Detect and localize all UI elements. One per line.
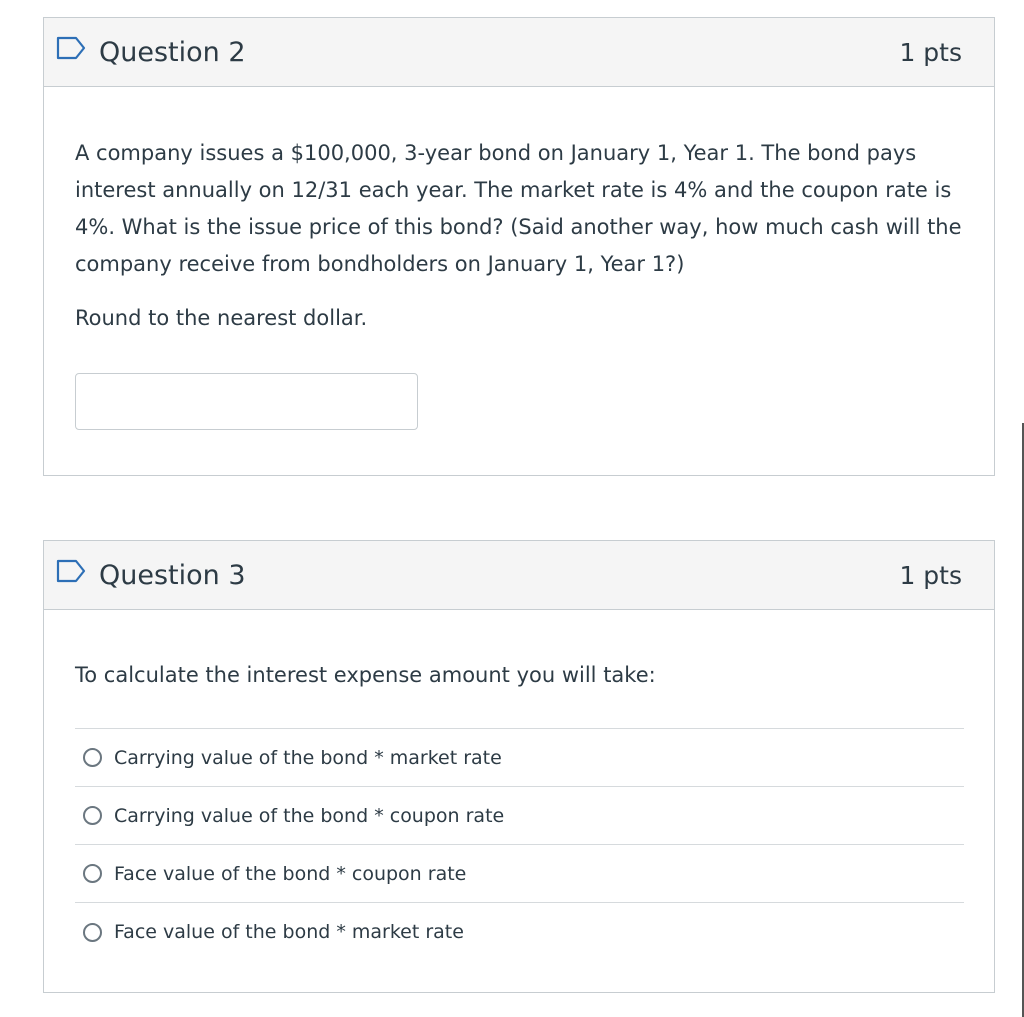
flag-icon[interactable] bbox=[56, 36, 86, 60]
flag-icon[interactable] bbox=[56, 559, 86, 583]
answer-option-label: Carrying value of the bond * coupon rate bbox=[114, 804, 505, 827]
question-3-points: 1 pts bbox=[899, 561, 962, 590]
question-2-card: Question 2 1 pts A company issues a $100… bbox=[43, 17, 995, 476]
answer-option[interactable]: Face value of the bond * market rate bbox=[75, 903, 964, 961]
question-3-text: To calculate the interest expense amount… bbox=[75, 663, 656, 687]
answer-option-label: Face value of the bond * market rate bbox=[114, 921, 464, 943]
question-2-title: Question 2 bbox=[99, 37, 246, 68]
radio-button[interactable] bbox=[83, 748, 102, 767]
question-2-points: 1 pts bbox=[899, 38, 962, 67]
question-2-header: Question 2 1 pts bbox=[44, 18, 994, 87]
question-2-body: A company issues a $100,000, 3-year bond… bbox=[44, 87, 994, 430]
radio-button[interactable] bbox=[83, 922, 102, 942]
answer-option[interactable]: Carrying value of the bond * market rate bbox=[75, 729, 964, 787]
question-3-body: To calculate the interest expense amount… bbox=[44, 610, 994, 961]
question-3-card: Question 3 1 pts To calculate the intere… bbox=[43, 540, 995, 993]
radio-button[interactable] bbox=[83, 864, 102, 883]
answer-option[interactable]: Face value of the bond * coupon rate bbox=[75, 845, 964, 903]
question-3-title: Question 3 bbox=[99, 560, 246, 591]
question-2-text: A company issues a $100,000, 3-year bond… bbox=[75, 141, 962, 276]
question-3-header: Question 3 1 pts bbox=[44, 541, 994, 610]
answer-options: Carrying value of the bond * market rate… bbox=[75, 728, 964, 961]
answer-option-label: Carrying value of the bond * market rate bbox=[114, 746, 502, 769]
question-2-instruction: Round to the nearest dollar. bbox=[75, 306, 368, 330]
radio-button[interactable] bbox=[83, 806, 102, 825]
answer-option-label: Face value of the bond * coupon rate bbox=[114, 862, 467, 885]
quiz-page: Question 2 1 pts A company issues a $100… bbox=[0, 0, 1024, 1017]
answer-option[interactable]: Carrying value of the bond * coupon rate bbox=[75, 787, 964, 845]
answer-input[interactable] bbox=[75, 373, 418, 430]
